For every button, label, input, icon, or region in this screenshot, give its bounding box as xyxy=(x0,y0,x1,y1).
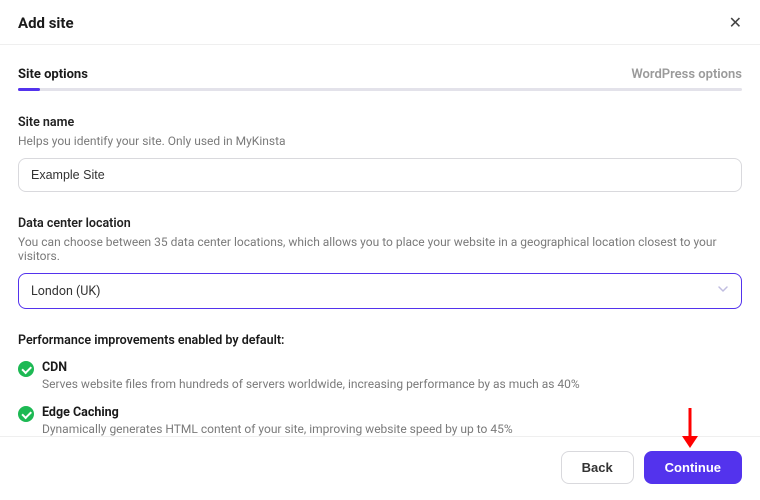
close-icon[interactable]: ✕ xyxy=(729,15,742,31)
continue-button[interactable]: Continue xyxy=(644,451,742,484)
site-name-label: Site name xyxy=(18,115,742,130)
datacenter-value: London (UK) xyxy=(31,284,101,299)
modal-footer: Back Continue xyxy=(0,436,760,500)
perf-desc: Dynamically generates HTML content of yo… xyxy=(42,422,513,436)
datacenter-select[interactable]: London (UK) xyxy=(18,273,742,309)
datacenter-label: Data center location xyxy=(18,216,742,231)
perf-item-cdn: CDN Serves website files from hundreds o… xyxy=(18,360,742,391)
perf-name: CDN xyxy=(42,360,580,375)
tab-wordpress-options[interactable]: WordPress options xyxy=(631,67,742,88)
modal-title: Add site xyxy=(18,14,74,32)
progress-bar xyxy=(18,88,742,91)
modal-header: Add site ✕ xyxy=(0,0,760,45)
form-body: Site name Helps you identify your site. … xyxy=(0,91,760,436)
check-icon xyxy=(18,406,34,422)
perf-item-edge: Edge Caching Dynamically generates HTML … xyxy=(18,405,742,436)
check-icon xyxy=(18,361,34,377)
back-button[interactable]: Back xyxy=(561,451,634,484)
step-tabs: Site options WordPress options xyxy=(0,45,760,88)
perf-name: Edge Caching xyxy=(42,405,513,420)
datacenter-help: You can choose between 35 data center lo… xyxy=(18,235,742,263)
tab-site-options[interactable]: Site options xyxy=(18,67,88,88)
chevron-down-icon xyxy=(717,283,729,299)
site-name-input[interactable] xyxy=(18,158,742,192)
perf-desc: Serves website files from hundreds of se… xyxy=(42,377,580,391)
performance-title: Performance improvements enabled by defa… xyxy=(18,333,742,348)
site-name-help: Helps you identify your site. Only used … xyxy=(18,134,742,148)
